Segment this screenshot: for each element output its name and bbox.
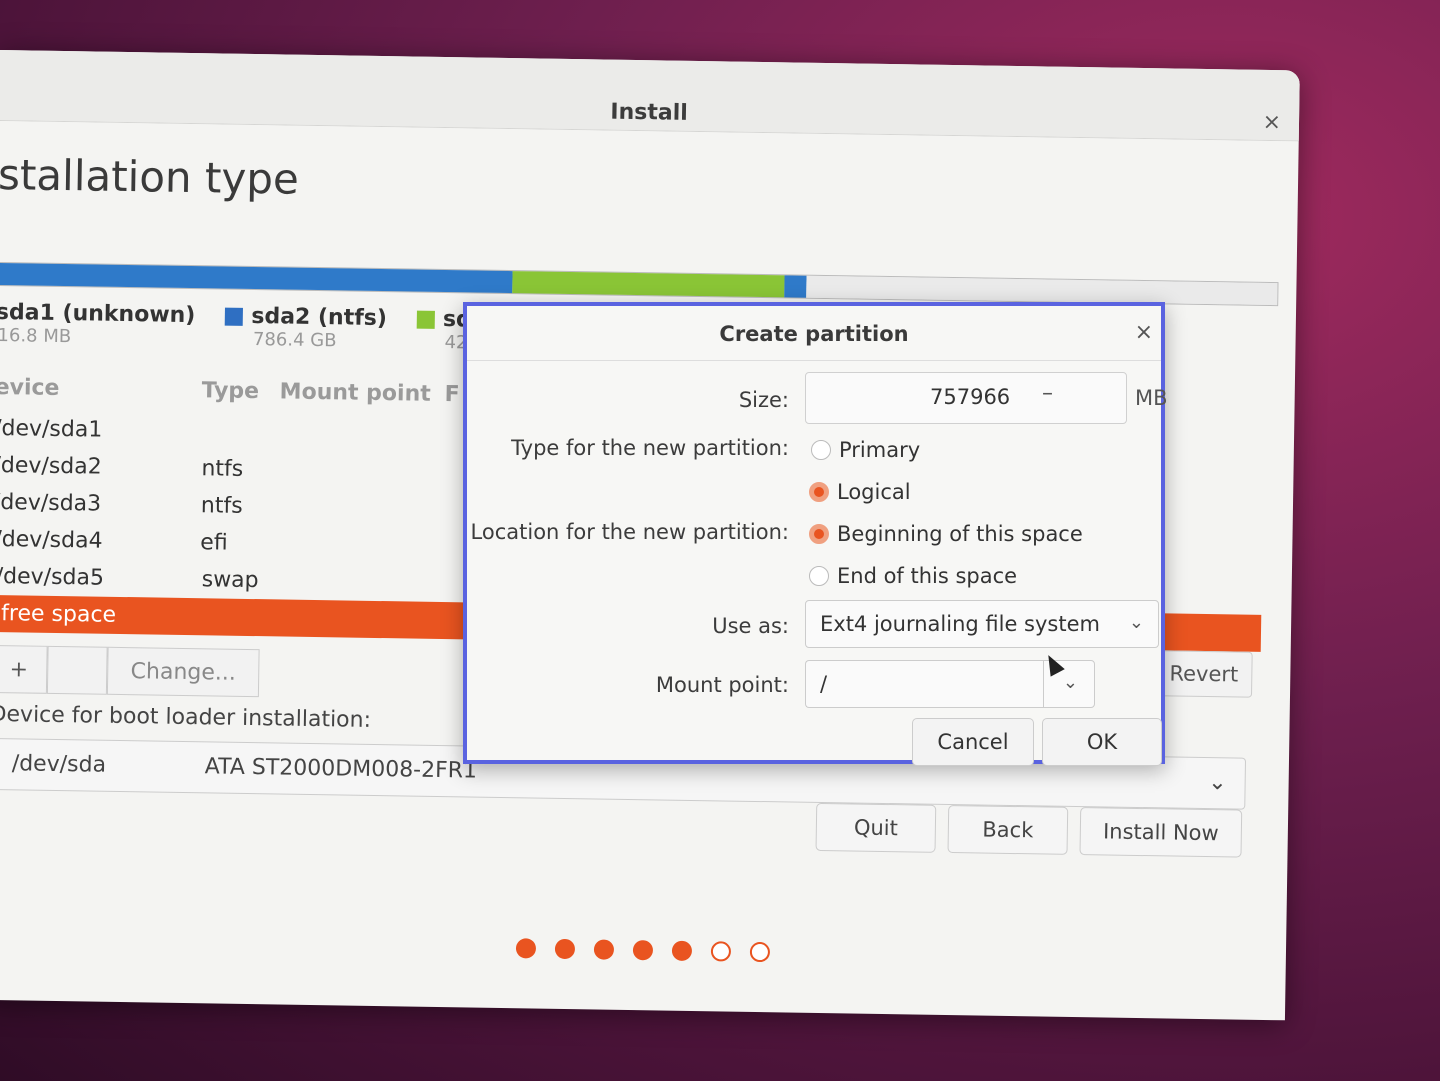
radio-end[interactable]: End of this space xyxy=(809,564,1017,588)
radio-end-label: End of this space xyxy=(837,564,1018,588)
cancel-button[interactable]: Cancel xyxy=(912,718,1034,766)
progress-dot-done xyxy=(515,938,537,959)
radio-unchecked-icon xyxy=(811,440,831,460)
navigation-buttons: Quit Back Install Now xyxy=(815,802,1243,858)
window-titlebar: Install × xyxy=(0,50,1300,142)
partition-type-label: Type for the new partition: xyxy=(511,436,789,460)
quit-button[interactable]: Quit xyxy=(815,802,937,853)
row-device: free space xyxy=(0,601,117,628)
disk-bar-segment-free xyxy=(806,275,1278,306)
progress-dot-done xyxy=(671,940,693,961)
column-mount-point[interactable]: Mount point xyxy=(279,379,430,406)
chevron-down-icon: ⌄ xyxy=(1128,612,1144,633)
decrement-icon[interactable]: – xyxy=(1042,381,1053,406)
chevron-down-icon: ⌄ xyxy=(1208,770,1227,796)
add-partition-button[interactable]: + xyxy=(0,644,48,694)
row-device: /dev/sda5 xyxy=(0,563,105,591)
disk-bar-segment-sda3 xyxy=(512,271,785,298)
disk-bar-segment-sda2 xyxy=(0,262,513,294)
radio-unchecked-icon xyxy=(809,566,829,586)
radio-logical[interactable]: Logical xyxy=(809,480,911,504)
create-partition-dialog: Create partition × Size: 757966 – MB Typ… xyxy=(463,302,1168,766)
progress-dot-pending xyxy=(710,941,732,962)
dialog-title: Create partition xyxy=(719,322,909,346)
radio-primary-label: Primary xyxy=(839,438,921,462)
legend-name: sda1 (unknown) xyxy=(0,299,196,329)
change-partition-button[interactable]: Change... xyxy=(106,646,260,698)
row-type: ntfs xyxy=(200,493,243,519)
mount-point-label: Mount point: xyxy=(655,673,789,697)
window-title: Install xyxy=(610,99,688,126)
radio-checked-icon xyxy=(809,524,829,544)
legend-swatch xyxy=(416,310,436,329)
size-unit: MB xyxy=(1135,386,1168,410)
bootloader-device: /dev/sda xyxy=(11,751,107,778)
column-type[interactable]: Type xyxy=(201,378,259,404)
progress-dot-done xyxy=(632,940,654,961)
install-now-button[interactable]: Install Now xyxy=(1079,807,1243,858)
bootloader-model: ATA ST2000DM008-2FR1 xyxy=(204,754,478,784)
legend-size: 16.8 MB xyxy=(0,324,72,348)
revert-button[interactable]: Revert xyxy=(1154,650,1253,698)
progress-dot-done xyxy=(554,938,576,960)
chevron-down-icon: ⌄ xyxy=(1062,672,1078,693)
legend-item: sda1 (unknown) 16.8 MB xyxy=(0,300,196,349)
row-type: efi xyxy=(200,530,228,556)
remove-partition-button[interactable] xyxy=(46,645,108,695)
back-button[interactable]: Back xyxy=(947,804,1069,855)
disk-bar-segment-small xyxy=(784,275,807,298)
radio-beginning-label: Beginning of this space xyxy=(837,522,1083,546)
radio-beginning[interactable]: Beginning of this space xyxy=(809,522,1083,546)
size-value: 757966 xyxy=(930,385,1011,409)
page-title: stallation type xyxy=(0,149,300,204)
column-format[interactable]: F xyxy=(444,382,459,407)
column-device[interactable]: evice xyxy=(0,375,60,401)
progress-dot-pending xyxy=(749,941,771,963)
partition-legend: sda1 (unknown) 16.8 MB sda2 (ntfs) 786.4… xyxy=(0,300,487,354)
radio-logical-label: Logical xyxy=(837,480,911,504)
legend-swatch xyxy=(225,307,244,326)
location-label: Location for the new partition: xyxy=(470,520,789,544)
row-device: /dev/sda1 xyxy=(0,415,103,443)
size-label: Size: xyxy=(738,388,789,412)
row-type: swap xyxy=(201,567,259,594)
legend-name: sda2 (ntfs) xyxy=(251,303,388,332)
mount-point-input[interactable]: / xyxy=(805,660,1044,708)
progress-dots xyxy=(515,938,771,963)
size-spinbox[interactable]: 757966 – xyxy=(805,372,1127,424)
use-as-label: Use as: xyxy=(712,614,789,638)
mount-point-value: / xyxy=(820,672,828,696)
row-device: /dev/sda3 xyxy=(0,489,102,517)
disk-usage-bar xyxy=(0,261,1279,307)
row-device: /dev/sda4 xyxy=(0,526,103,554)
radio-primary[interactable]: Primary xyxy=(811,438,920,462)
dialog-close-icon[interactable]: × xyxy=(1135,320,1153,345)
window-close-icon[interactable]: × xyxy=(1262,110,1281,135)
bootloader-label: Device for boot loader installation: xyxy=(0,701,372,733)
use-as-value: Ext4 journaling file system xyxy=(820,612,1100,636)
row-device: /dev/sda2 xyxy=(0,452,102,480)
ok-button[interactable]: OK xyxy=(1042,718,1162,766)
legend-item: sda2 (ntfs) 786.4 GB xyxy=(225,304,387,353)
radio-checked-icon xyxy=(809,482,829,502)
dialog-divider xyxy=(467,360,1161,361)
row-type: ntfs xyxy=(201,456,244,482)
legend-size: 786.4 GB xyxy=(252,329,337,352)
progress-dot-done xyxy=(593,939,615,960)
use-as-select[interactable]: Ext4 journaling file system ⌄ xyxy=(805,600,1159,648)
partition-toolbar: + Change... xyxy=(0,644,260,698)
